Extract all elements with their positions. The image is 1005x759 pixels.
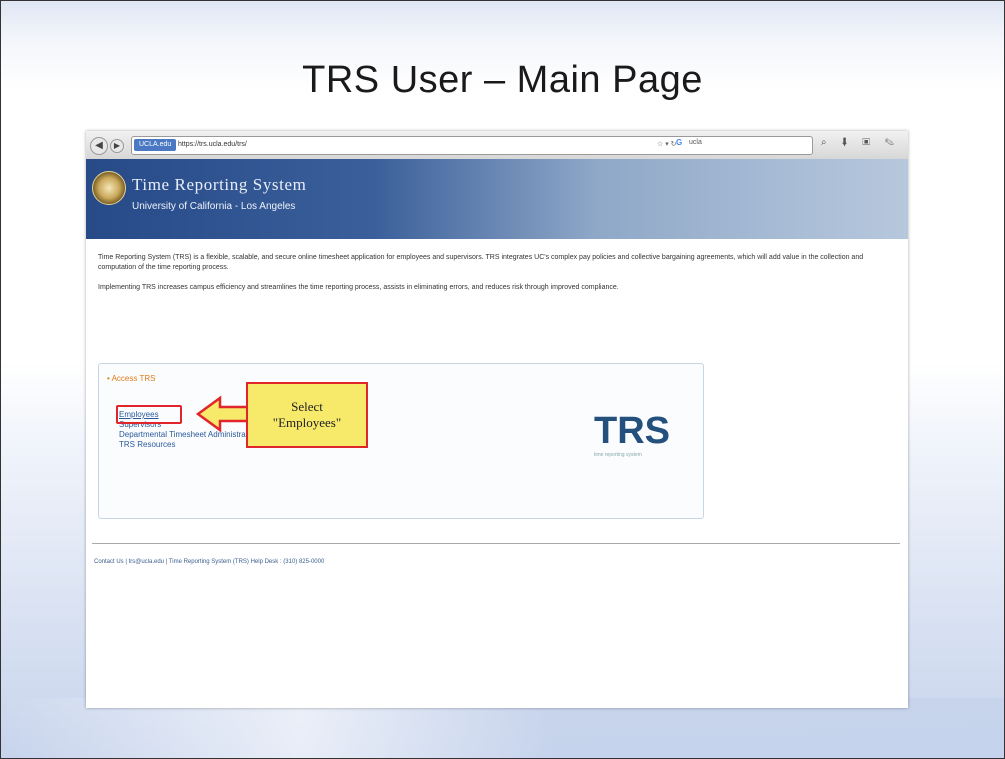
- footer-links[interactable]: Contact Us | trs@ucla.edu | Time Reporti…: [94, 559, 324, 565]
- callout-box: Select "Employees": [246, 382, 368, 448]
- employees-highlight-box: [116, 405, 182, 424]
- select-employees-callout: Select "Employees": [196, 382, 376, 462]
- system-name: Time Reporting System: [132, 175, 307, 194]
- address-bar[interactable]: UCLA.edu https://trs.ucla.edu/trs/ ☆ ▾ ↻: [131, 136, 813, 155]
- intro-paragraph-1: Time Reporting System (TRS) is a flexibl…: [98, 254, 864, 271]
- intro-text: Time Reporting System (TRS) is a flexibl…: [98, 253, 878, 303]
- trs-header-banner: Time Reporting System University of Cali…: [86, 159, 908, 239]
- search-input[interactable]: ucla: [689, 139, 702, 146]
- callout-line-2: "Employees": [272, 415, 342, 430]
- trs-logo-tagline: time reporting system: [594, 452, 642, 458]
- url-text[interactable]: https://trs.ucla.edu/trs/: [178, 139, 247, 151]
- university-name: University of California - Los Angeles: [132, 201, 296, 212]
- trs-logo: TRS: [594, 410, 670, 452]
- toolbar-icons[interactable]: ⌕ ⬇ ▣ ✎: [821, 137, 900, 148]
- slide-title: TRS User – Main Page: [302, 59, 703, 101]
- access-trs-panel: • Access TRS Employees Supervisors Depar…: [98, 363, 704, 519]
- slide: TRS User – Main Page ◀ ▶ UCLA.edu https:…: [0, 0, 1005, 759]
- forward-icon[interactable]: ▶: [110, 139, 124, 153]
- browser-screenshot: ◀ ▶ UCLA.edu https://trs.ucla.edu/trs/ ☆…: [86, 131, 908, 708]
- reload-icon[interactable]: ☆ ▾ ↻: [657, 139, 677, 151]
- access-trs-heading: • Access TRS: [107, 374, 156, 383]
- back-icon[interactable]: ◀: [90, 137, 108, 155]
- google-icon: G: [676, 138, 683, 147]
- browser-toolbar: ◀ ▶ UCLA.edu https://trs.ucla.edu/trs/ ☆…: [86, 131, 908, 160]
- uc-seal-logo: [92, 171, 126, 205]
- intro-paragraph-2: Implementing TRS increases campus effici…: [98, 284, 619, 291]
- site-identity-badge[interactable]: UCLA.edu: [134, 139, 177, 151]
- footer-divider: [92, 543, 900, 544]
- callout-line-1: Select: [291, 399, 323, 414]
